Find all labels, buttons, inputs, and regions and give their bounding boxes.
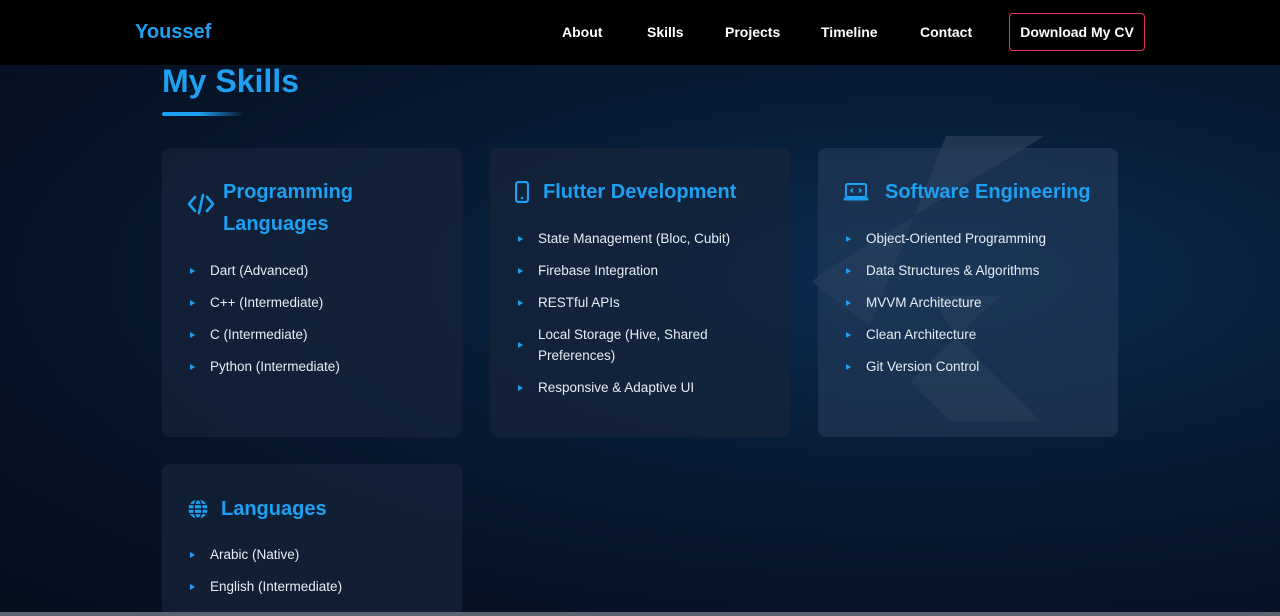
skill-item-label: C (Intermediate) xyxy=(210,327,308,342)
code-icon xyxy=(187,188,215,220)
skill-item: Arabic (Native) xyxy=(190,544,342,565)
navbar: Youssef About Skills Projects Timeline C… xyxy=(0,0,1280,65)
bullet-icon xyxy=(190,299,195,306)
card-header: Programming Languages xyxy=(187,176,353,240)
card-header: Flutter Development xyxy=(515,176,736,208)
skill-item: Firebase Integration xyxy=(518,260,730,281)
skill-item: English (Intermediate) xyxy=(190,576,342,597)
skill-item-label: Object-Oriented Programming xyxy=(866,231,1047,246)
skill-item: Python (Intermediate) xyxy=(190,356,340,377)
card-header: Languages xyxy=(187,493,327,525)
skill-item: Data Structures & Algorithms xyxy=(846,260,1046,281)
bullet-icon xyxy=(190,331,195,338)
mobile-icon xyxy=(515,176,535,208)
bullet-icon xyxy=(190,267,195,274)
bullet-icon xyxy=(846,331,851,338)
skill-item: RESTful APIs xyxy=(518,292,730,313)
skill-item: C (Intermediate) xyxy=(190,324,340,345)
skill-item: Clean Architecture xyxy=(846,324,1046,345)
card-title: Software Engineering xyxy=(885,181,1091,203)
laptop-code-icon xyxy=(843,176,877,208)
card-header: Software Engineering xyxy=(843,176,1091,208)
bullet-icon xyxy=(518,235,523,242)
nav-link-about[interactable]: About xyxy=(562,24,602,40)
skill-item: State Management (Bloc, Cubit) xyxy=(518,228,730,249)
skill-card-languages: Languages Arabic (Native) English (Inter… xyxy=(162,464,462,616)
skill-card-flutter-development: Flutter Development State Management (Bl… xyxy=(490,148,790,437)
skill-item-label: Arabic (Native) xyxy=(210,547,300,562)
skill-card-programming-languages: Programming Languages Dart (Advanced) C+… xyxy=(162,148,462,437)
skill-item-label: Clean Architecture xyxy=(866,327,977,342)
skill-item-label: Dart (Advanced) xyxy=(210,263,309,278)
skill-item-label: Firebase Integration xyxy=(538,263,659,278)
skill-item: Dart (Advanced) xyxy=(190,260,340,281)
card-title: Languages xyxy=(221,498,327,520)
skill-item-label: RESTful APIs xyxy=(538,295,620,310)
card-title: Flutter Development xyxy=(543,181,737,203)
card-title-line1: Programming xyxy=(223,181,354,203)
bullet-icon xyxy=(190,363,195,370)
skill-item: MVVM Architecture xyxy=(846,292,1046,313)
skill-item-label: Git Version Control xyxy=(866,359,980,374)
skill-list: Arabic (Native) English (Intermediate) xyxy=(190,544,342,608)
skill-item: Responsive & Adaptive UI xyxy=(518,377,730,398)
skill-list: Dart (Advanced) C++ (Intermediate) C (In… xyxy=(190,260,340,388)
bullet-icon xyxy=(518,267,523,274)
bullet-icon xyxy=(190,551,195,558)
skill-list: State Management (Bloc, Cubit) Firebase … xyxy=(518,228,730,409)
bullet-icon xyxy=(846,363,851,370)
download-cv-button[interactable]: Download My CV xyxy=(1009,13,1145,51)
bullet-icon xyxy=(190,583,195,590)
bullet-icon xyxy=(518,384,523,391)
nav-link-contact[interactable]: Contact xyxy=(920,24,972,40)
skill-item-label: Python (Intermediate) xyxy=(210,359,340,374)
bullet-icon xyxy=(846,267,851,274)
skill-item-label: Responsive & Adaptive UI xyxy=(538,380,695,395)
card-title: Programming Languages xyxy=(223,176,353,240)
globe-icon xyxy=(187,493,213,525)
nav-link-timeline[interactable]: Timeline xyxy=(821,24,878,40)
brand-logo[interactable]: Youssef xyxy=(135,21,211,44)
bullet-icon xyxy=(846,235,851,242)
bullet-icon xyxy=(518,342,523,348)
skill-item: C++ (Intermediate) xyxy=(190,292,340,313)
nav-link-skills[interactable]: Skills xyxy=(647,24,684,40)
skill-list: Object-Oriented Programming Data Structu… xyxy=(846,228,1046,388)
skill-item: Object-Oriented Programming xyxy=(846,228,1046,249)
skill-item-label: English (Intermediate) xyxy=(210,579,343,594)
skill-card-software-engineering: Software Engineering Object-Oriented Pro… xyxy=(818,148,1118,437)
skill-item-label: Data Structures & Algorithms xyxy=(866,263,1040,278)
skill-item-label: MVVM Architecture xyxy=(866,295,982,310)
skill-item-label: C++ (Intermediate) xyxy=(210,295,324,310)
skill-item: Git Version Control xyxy=(846,356,1046,377)
skill-item-label: State Management (Bloc, Cubit) xyxy=(538,231,731,246)
bullet-icon xyxy=(518,299,523,306)
horizontal-scrollbar[interactable] xyxy=(0,612,1280,616)
skill-item-label: Local Storage (Hive, Shared Preferences) xyxy=(538,327,708,363)
title-underline xyxy=(162,112,244,116)
bullet-icon xyxy=(846,299,851,306)
section-title: My Skills xyxy=(162,63,299,99)
card-title-line2: Languages xyxy=(223,213,329,235)
skill-item: Local Storage (Hive, Shared Preferences) xyxy=(518,324,708,366)
nav-link-projects[interactable]: Projects xyxy=(725,24,780,40)
